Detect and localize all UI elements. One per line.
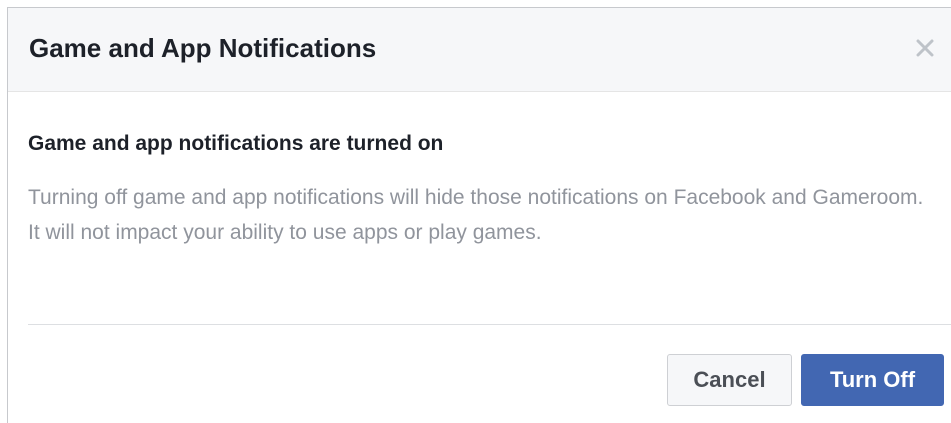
turn-off-button[interactable]: Turn Off — [801, 354, 944, 406]
close-button[interactable] — [909, 32, 941, 64]
dialog-header: Game and App Notifications — [8, 8, 951, 92]
notifications-dialog: Game and App Notifications Game and app … — [7, 7, 951, 423]
footer-divider — [28, 324, 951, 325]
dialog-title: Game and App Notifications — [29, 33, 377, 63]
cancel-button[interactable]: Cancel — [667, 354, 792, 406]
dialog-subheading: Game and app notifications are turned on — [28, 132, 444, 155]
close-icon — [916, 39, 934, 57]
dialog-description: Turning off game and app notifications w… — [28, 186, 924, 244]
